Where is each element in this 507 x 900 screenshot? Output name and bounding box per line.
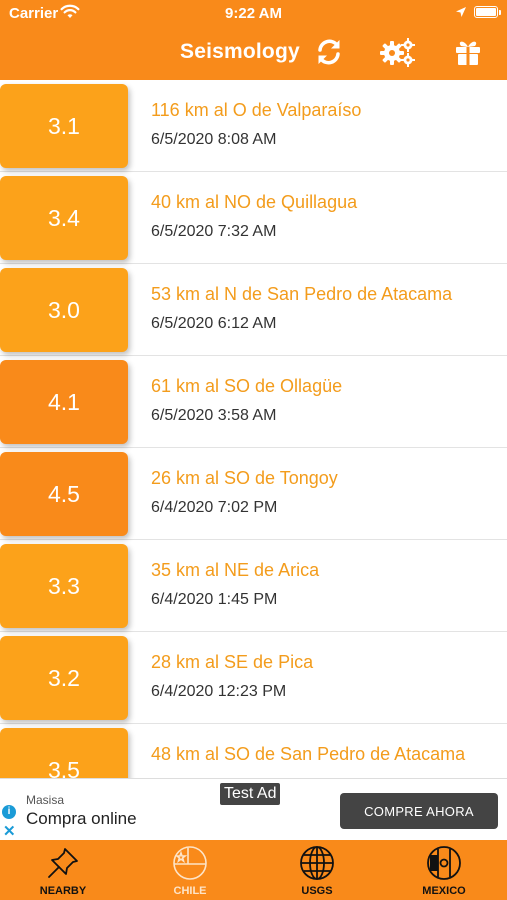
earthquake-row[interactable]: 3.4 40 km al NO de Quillagua 6/5/2020 7:… xyxy=(0,172,507,264)
tab-nearby[interactable]: NEARBY xyxy=(0,840,126,900)
tab-label: NEARBY xyxy=(39,885,87,897)
earthquake-row[interactable]: 3.3 35 km al NE de Arica 6/4/2020 1:45 P… xyxy=(0,540,507,632)
tab-bar: NEARBY CHILE USGS MEXICO xyxy=(0,840,507,900)
tab-label: MEXICO xyxy=(422,885,466,897)
test-ad-label: Test Ad xyxy=(220,783,281,805)
location-label: 35 km al NE de Arica xyxy=(151,560,320,580)
earthquake-list[interactable]: 3.1 116 km al O de Valparaíso 6/5/2020 8… xyxy=(0,80,507,778)
datetime-label: 6/5/2020 6:12 AM xyxy=(151,315,277,332)
location-label: 61 km al SO de Ollagüe xyxy=(151,376,343,396)
magnitude-badge: 3.5 xyxy=(0,728,128,778)
magnitude-badge: 4.5 xyxy=(0,452,128,536)
tab-label: USGS xyxy=(301,885,333,897)
clock: 9:22 AM xyxy=(225,5,282,22)
gift-button[interactable] xyxy=(450,34,486,70)
navigation-bar: Carrier 9:22 AM Seismology xyxy=(0,0,507,80)
magnitude-badge: 3.1 xyxy=(0,84,128,168)
ad-banner[interactable]: i ✕ Masisa Compra online Test Ad COMPRE … xyxy=(0,778,507,840)
tab-label: CHILE xyxy=(173,885,207,897)
magnitude-badge: 3.3 xyxy=(0,544,128,628)
magnitude-badge: 4.1 xyxy=(0,360,128,444)
earthquake-row[interactable]: 3.1 116 km al O de Valparaíso 6/5/2020 8… xyxy=(0,80,507,172)
earthquake-row[interactable]: 3.2 28 km al SE de Pica 6/4/2020 12:23 P… xyxy=(0,632,507,724)
gears-icon xyxy=(379,36,417,68)
location-label: 48 km al SO de San Pedro de Atacama xyxy=(151,744,466,764)
pin-icon xyxy=(45,845,81,881)
battery-icon xyxy=(474,6,501,18)
tab-chile[interactable]: CHILE xyxy=(127,840,253,900)
refresh-button[interactable] xyxy=(311,34,347,70)
globe-icon xyxy=(299,845,335,881)
datetime-label: 6/4/2020 7:02 PM xyxy=(151,499,278,516)
location-label: 26 km al SO de Tongoy xyxy=(151,468,338,488)
chile-flag-icon xyxy=(172,845,208,881)
location-label: 28 km al SE de Pica xyxy=(151,652,314,672)
ad-info-icon[interactable]: i xyxy=(2,805,16,819)
earthquake-row[interactable]: 3.0 53 km al N de San Pedro de Atacama 6… xyxy=(0,264,507,356)
ad-close-icon[interactable]: ✕ xyxy=(3,822,16,840)
location-label: 116 km al O de Valparaíso xyxy=(151,100,362,120)
magnitude-badge: 3.0 xyxy=(0,268,128,352)
location-arrow-icon xyxy=(455,5,467,22)
status-bar: Carrier 9:22 AM xyxy=(0,0,507,28)
ad-headline: Compra online xyxy=(26,809,137,828)
ad-advertiser: Masisa xyxy=(26,793,65,807)
tab-usgs[interactable]: USGS xyxy=(254,840,380,900)
earthquake-row[interactable]: 4.5 26 km al SO de Tongoy 6/4/2020 7:02 … xyxy=(0,448,507,540)
earthquake-row[interactable]: 4.1 61 km al SO de Ollagüe 6/5/2020 3:58… xyxy=(0,356,507,448)
magnitude-badge: 3.2 xyxy=(0,636,128,720)
datetime-label: 6/4/2020 1:45 PM xyxy=(151,591,278,608)
settings-button[interactable] xyxy=(380,34,416,70)
datetime-label: 6/4/2020 12:23 PM xyxy=(151,683,287,700)
refresh-icon xyxy=(313,36,345,68)
location-label: 53 km al N de San Pedro de Atacama xyxy=(151,284,453,304)
datetime-label: 6/5/2020 3:58 AM xyxy=(151,407,277,424)
page-title: Seismology xyxy=(180,40,300,63)
gift-icon xyxy=(453,37,483,67)
tab-mexico[interactable]: MEXICO xyxy=(381,840,507,900)
datetime-label: 6/5/2020 8:08 AM xyxy=(151,131,277,148)
ad-cta-button[interactable]: COMPRE AHORA xyxy=(340,793,498,829)
earthquake-row[interactable]: 3.5 48 km al SO de San Pedro de Atacama xyxy=(0,724,507,778)
datetime-label: 6/5/2020 7:32 AM xyxy=(151,223,277,240)
mexico-flag-icon xyxy=(426,845,462,881)
magnitude-badge: 3.4 xyxy=(0,176,128,260)
location-label: 40 km al NO de Quillagua xyxy=(151,192,358,212)
